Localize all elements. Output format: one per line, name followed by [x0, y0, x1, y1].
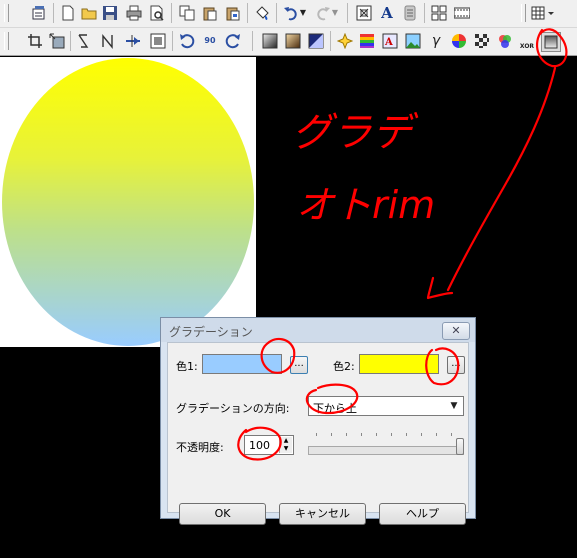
align-icon[interactable]: [401, 4, 419, 22]
slider-tick: [451, 433, 452, 436]
slider-tick: [316, 433, 317, 436]
undo-dropdown-icon[interactable]: ▼: [298, 4, 308, 22]
direction-value: 下から上: [313, 402, 357, 415]
slider-tick: [391, 433, 392, 436]
print-icon[interactable]: [125, 4, 143, 22]
xor-label: XOR: [519, 43, 535, 50]
sepia-icon[interactable]: [284, 32, 302, 50]
paste-special-icon[interactable]: [224, 4, 242, 22]
fit-window-icon[interactable]: [355, 4, 373, 22]
redo-dropdown-icon[interactable]: ▼: [330, 4, 340, 22]
separator: [276, 3, 277, 23]
flip-vertical-icon[interactable]: [99, 32, 117, 50]
new-file-icon[interactable]: [59, 4, 77, 22]
color-balance-icon[interactable]: [358, 32, 376, 50]
direction-label: グラデーションの方向:: [176, 402, 290, 415]
toolbar-grip[interactable]: [521, 4, 526, 22]
print-preview-icon[interactable]: [148, 4, 166, 22]
fill-icon[interactable]: [253, 4, 271, 22]
color-wheel-icon[interactable]: [450, 32, 468, 50]
cancel-button[interactable]: キャンセル: [279, 503, 366, 525]
save-icon[interactable]: [101, 4, 119, 22]
toolbar-grip[interactable]: [4, 32, 9, 50]
ok-button[interactable]: OK: [179, 503, 266, 525]
mosaic-icon[interactable]: [473, 32, 491, 50]
gradient-icon[interactable]: [541, 32, 561, 52]
text-overlay-icon[interactable]: A: [381, 32, 399, 50]
direction-dropdown[interactable]: 下から上 ▼: [308, 396, 464, 416]
close-icon: ✕: [451, 324, 461, 337]
opacity-spinner[interactable]: ▲ ▼: [279, 437, 292, 453]
filmstrip-icon[interactable]: [453, 4, 471, 22]
slider-tick: [376, 433, 377, 436]
gamma-icon[interactable]: γ: [427, 32, 445, 50]
sharpen-icon[interactable]: [336, 32, 354, 50]
color1-label: 色1:: [176, 360, 198, 373]
opacity-field[interactable]: 100 ▲ ▼: [244, 435, 294, 455]
color1-browse-label: ...: [294, 358, 304, 369]
color2-swatch[interactable]: [359, 354, 439, 374]
text-icon[interactable]: A: [378, 4, 396, 22]
rotate-90-icon[interactable]: 90: [201, 32, 219, 50]
color1-browse-button[interactable]: ...: [290, 356, 308, 374]
flip-horizontal-icon[interactable]: [76, 32, 94, 50]
resize-icon[interactable]: [48, 32, 66, 50]
opacity-value: 100: [249, 439, 270, 452]
border-icon[interactable]: [149, 32, 167, 50]
slider-tick: [406, 433, 407, 436]
separator: [247, 3, 248, 23]
open-folder-icon[interactable]: [80, 4, 98, 22]
paste-icon[interactable]: [201, 4, 219, 22]
layout-menu-icon[interactable]: [530, 4, 558, 22]
slider-tick: [331, 433, 332, 436]
slider-tick: [436, 433, 437, 436]
color2-label: 色2:: [333, 360, 355, 373]
color1-swatch[interactable]: [202, 354, 282, 374]
separator: [252, 31, 253, 51]
grid-view-icon[interactable]: [430, 4, 448, 22]
separator: [347, 3, 348, 23]
close-button[interactable]: ✕: [442, 322, 470, 340]
rgb-icon[interactable]: [496, 32, 514, 50]
slider-tick: [421, 433, 422, 436]
toolbar-grip[interactable]: [4, 4, 9, 22]
separator: [70, 31, 71, 51]
slider-tick: [361, 433, 362, 436]
dialog-titlebar[interactable]: グラデーション ✕: [161, 318, 475, 342]
rotate-right-icon[interactable]: [224, 32, 242, 50]
opacity-slider-thumb[interactable]: [456, 438, 464, 455]
slider-tick: [346, 433, 347, 436]
move-icon[interactable]: [124, 32, 142, 50]
help-button[interactable]: ヘルプ: [379, 503, 466, 525]
separator: [172, 31, 173, 51]
separator: [53, 3, 54, 23]
image-background: [0, 57, 256, 347]
svg-text:A: A: [384, 37, 393, 48]
separator: [424, 3, 425, 23]
color2-browse-label: ...: [451, 358, 461, 369]
rotate-left-icon[interactable]: [178, 32, 196, 50]
image-toolbar: 90 A γ XOR: [0, 28, 577, 56]
chevron-down-icon[interactable]: ▼: [446, 398, 462, 414]
toolbar-options-icon[interactable]: [30, 4, 48, 22]
main-toolbar: ▼ ▼ A: [0, 0, 577, 28]
dialog-title: グラデーション: [169, 325, 253, 339]
picture-icon[interactable]: [404, 32, 422, 50]
grayscale-icon[interactable]: [261, 32, 279, 50]
separator: [330, 31, 331, 51]
separator: [171, 3, 172, 23]
negative-icon[interactable]: [307, 32, 325, 50]
crop-icon[interactable]: [26, 32, 44, 50]
copy-icon[interactable]: [178, 4, 196, 22]
dialog-body: 色1: ... 色2: ... グラデーションの方向: 下から上 ▼ 不透明度:…: [167, 342, 469, 525]
color2-browse-button[interactable]: ...: [447, 356, 465, 374]
opacity-slider[interactable]: [308, 446, 464, 455]
xor-icon[interactable]: XOR: [516, 32, 538, 50]
gradient-dialog: グラデーション ✕ 色1: ... 色2: ... グラデーションの方向: 下か…: [160, 317, 476, 525]
gradient-ellipse: [2, 58, 254, 346]
opacity-label: 不透明度:: [176, 441, 224, 454]
